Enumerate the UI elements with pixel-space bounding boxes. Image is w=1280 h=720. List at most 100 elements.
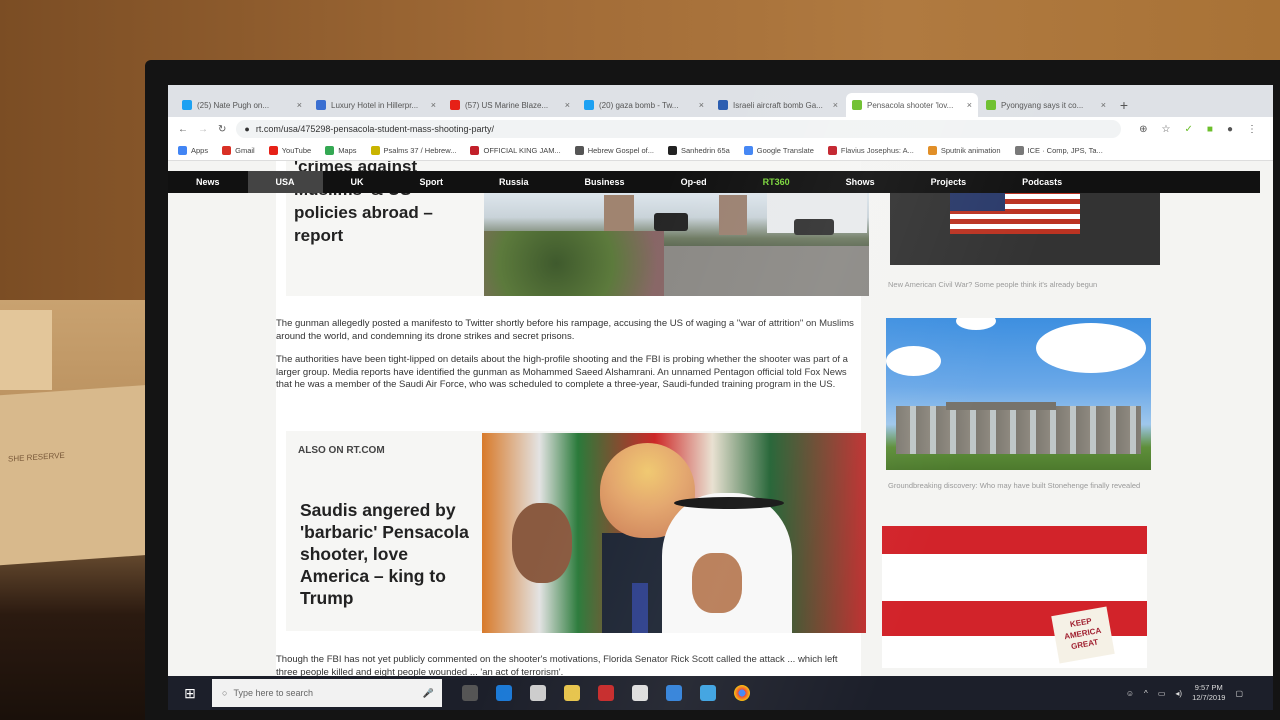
store-icon[interactable] xyxy=(530,685,546,701)
sidebar-caption-1[interactable]: New American Civil War? Some people thin… xyxy=(888,280,1097,290)
bookmark-label: Psalms 37 / Hebrew... xyxy=(383,146,457,155)
nav-item-russia[interactable]: Russia xyxy=(471,171,557,193)
taskbar-search[interactable]: ○ Type here to search 🎤 xyxy=(212,679,442,707)
nav-item-rt360[interactable]: RT360 xyxy=(735,171,818,193)
notification-icon[interactable]: ▢ xyxy=(1235,689,1243,698)
bookmark-item[interactable]: OFFICIAL KING JAM... xyxy=(470,146,561,155)
article-column: 'crimes against Muslims' & US policies a… xyxy=(276,161,869,676)
edge-icon[interactable] xyxy=(496,685,512,701)
nav-item-business[interactable]: Business xyxy=(557,171,653,193)
tab-favicon-icon xyxy=(986,100,996,110)
forward-icon[interactable]: → xyxy=(198,124,208,135)
sidebar-caption-2[interactable]: Groundbreaking discovery: Who may have b… xyxy=(888,481,1140,491)
promo2-photo[interactable] xyxy=(482,433,866,633)
bookmark-label: Sputnik animation xyxy=(940,146,1001,155)
tab-close-icon[interactable]: × xyxy=(431,100,436,110)
address-row: ← → ↻ ● rt.com/usa/475298-pensacola-stud… xyxy=(168,117,1273,141)
lens-icon[interactable]: ⊕ xyxy=(1139,124,1147,135)
tab-title: Israeli aircraft bomb Ga... xyxy=(733,100,823,110)
bookmark-item[interactable]: Google Translate xyxy=(743,146,814,155)
file-explorer-icon[interactable] xyxy=(564,685,580,701)
app-icon-3[interactable] xyxy=(700,685,716,701)
tab-close-icon[interactable]: × xyxy=(565,100,570,110)
browser-tab[interactable]: Luxury Hotel in Hillerpr... × xyxy=(310,93,442,117)
nav-item-uk[interactable]: UK xyxy=(323,171,392,193)
bookmark-favicon-icon xyxy=(268,146,278,155)
windows-start-icon[interactable]: ⊞ xyxy=(168,685,212,702)
sidebar-photo-1[interactable] xyxy=(890,189,1160,265)
nav-item-news[interactable]: News xyxy=(168,171,248,193)
bookmark-item[interactable]: Sanhedrin 65a xyxy=(668,146,730,155)
nav-item-sport[interactable]: Sport xyxy=(392,171,472,193)
bookmark-item[interactable]: ICE · Comp, JPS, Ta... xyxy=(1014,146,1103,155)
browser-tab[interactable]: Israeli aircraft bomb Ga... × xyxy=(712,93,844,117)
nav-item-projects[interactable]: Projects xyxy=(903,171,995,193)
promo1-photo[interactable] xyxy=(484,191,869,296)
bookmark-item[interactable]: YouTube xyxy=(268,146,312,155)
people-icon[interactable]: ☺ xyxy=(1126,689,1134,698)
article-paragraph-1: The gunman allegedly posted a manifesto … xyxy=(276,318,854,342)
bookmark-label: Gmail xyxy=(235,146,255,155)
tab-title: (25) Nate Pugh on... xyxy=(197,100,270,110)
bookmark-favicon-icon xyxy=(178,146,187,155)
browser-tab[interactable]: Pyongyang says it co... × xyxy=(980,93,1112,117)
sidebar-photo-3[interactable]: KEEP AMERICA GREAT xyxy=(882,526,1147,668)
back-icon[interactable]: ← xyxy=(178,124,188,135)
tab-favicon-icon xyxy=(718,100,728,110)
app-icon[interactable] xyxy=(598,685,614,701)
browser-tab[interactable]: (25) Nate Pugh on... × xyxy=(176,93,308,117)
promo2-title[interactable]: Saudis angered by 'barbaric' Pensacola s… xyxy=(300,499,478,609)
reload-icon[interactable]: ↻ xyxy=(218,124,226,135)
cloud xyxy=(886,346,941,376)
menu-icon[interactable]: ⋮ xyxy=(1247,124,1257,135)
tray-arrow-icon[interactable]: ^ xyxy=(1144,689,1148,698)
tab-close-icon[interactable]: × xyxy=(699,100,704,110)
promo-card-2[interactable]: ALSO ON RT.COM Saudis angered by 'barbar… xyxy=(286,431,866,633)
bookmark-favicon-icon xyxy=(668,146,677,155)
bookmark-item[interactable]: Apps xyxy=(178,146,208,155)
bookmark-item[interactable]: Hebrew Gospel of... xyxy=(574,146,654,155)
nav-item-op-ed[interactable]: Op-ed xyxy=(653,171,735,193)
bookmark-label: YouTube xyxy=(281,146,312,155)
volume-icon[interactable]: ◂) xyxy=(1175,689,1182,698)
avatar[interactable]: ● xyxy=(1227,124,1233,135)
app-icon-2[interactable] xyxy=(666,685,682,701)
tab-close-icon[interactable]: × xyxy=(833,100,838,110)
task-view-icon[interactable] xyxy=(462,685,478,701)
bookmark-item[interactable]: Flavius Josephus: A... xyxy=(827,146,914,155)
browser-tab[interactable]: (20) gaza bomb - Tw... × xyxy=(578,93,710,117)
browser-tab[interactable]: (57) US Marine Blaze... × xyxy=(444,93,576,117)
extension-icon[interactable]: ✓ xyxy=(1185,124,1193,135)
nav-item-podcasts[interactable]: Podcasts xyxy=(994,171,1090,193)
new-tab-button[interactable]: + xyxy=(1114,93,1134,117)
bookmark-item[interactable]: Gmail xyxy=(222,146,255,155)
mail-icon[interactable] xyxy=(632,685,648,701)
article-paragraph-3: Though the FBI has not yet publicly comm… xyxy=(276,654,838,676)
browser-tab[interactable]: Pensacola shooter 'lov... × xyxy=(846,93,978,117)
address-bar[interactable]: ● rt.com/usa/475298-pensacola-student-ma… xyxy=(236,120,1122,138)
chrome-icon[interactable] xyxy=(734,685,750,701)
bookmark-favicon-icon xyxy=(222,146,232,155)
bookmark-favicon-icon xyxy=(927,146,937,155)
tab-close-icon[interactable]: × xyxy=(297,100,302,110)
bookmark-item[interactable]: Psalms 37 / Hebrew... xyxy=(370,146,457,155)
tab-title: (57) US Marine Blaze... xyxy=(465,100,549,110)
nav-item-usa[interactable]: USA xyxy=(247,171,323,193)
photo-bushes xyxy=(484,231,664,296)
rt-extension-icon[interactable]: ■ xyxy=(1207,124,1213,135)
tab-close-icon[interactable]: × xyxy=(967,100,972,110)
star-icon[interactable]: ☆ xyxy=(1162,124,1171,135)
network-icon[interactable]: ▭ xyxy=(1158,689,1166,698)
sidebar-photo-2[interactable] xyxy=(886,318,1151,470)
search-placeholder: Type here to search xyxy=(233,688,313,698)
mic-icon[interactable]: 🎤 xyxy=(423,688,442,699)
tab-close-icon[interactable]: × xyxy=(1101,100,1106,110)
photo-tie xyxy=(632,583,648,633)
card-text: SHE RESERVE xyxy=(8,450,65,464)
bookmark-item[interactable]: Sputnik animation xyxy=(927,146,1001,155)
nav-item-shows[interactable]: Shows xyxy=(818,171,903,193)
bookmark-item[interactable]: Maps xyxy=(325,146,357,155)
tab-favicon-icon xyxy=(852,100,862,110)
bookmark-favicon-icon xyxy=(743,146,753,155)
clock[interactable]: 9:57 PM 12/7/2019 xyxy=(1192,683,1225,703)
